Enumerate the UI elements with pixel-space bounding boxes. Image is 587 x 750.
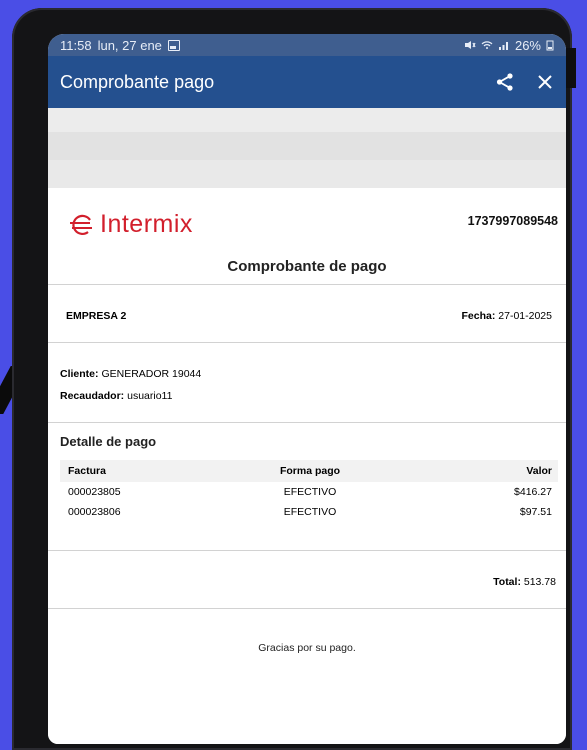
table-header: Factura Forma pago Valor (60, 460, 558, 482)
cell-amount: $97.51 (519, 506, 552, 518)
divider (48, 284, 566, 285)
table-row: 000023806 EFECTIVO $97.51 (60, 502, 558, 522)
table-row: 000023805 EFECTIVO $416.27 (60, 482, 558, 502)
cell-amount: $416.27 (514, 486, 552, 498)
status-bar: 11:58 lun, 27 ene 26% (48, 34, 566, 56)
payment-table: Factura Forma pago Valor 000023805 EFECT… (60, 460, 558, 522)
receipt-date: Fecha: 27-01-2025 (462, 310, 552, 322)
header-invoice: Factura (68, 465, 106, 477)
tablet-frame: 11:58 lun, 27 ene 26% Comprobante pago I… (12, 8, 576, 750)
divider (48, 608, 566, 609)
close-icon (538, 75, 552, 89)
close-button[interactable] (534, 71, 556, 93)
client-info: Cliente: GENERADOR 19044 (60, 368, 201, 380)
receipt-number: 1737997089548 (467, 214, 558, 228)
spacer-band (48, 132, 566, 160)
client-value: GENERADOR 19044 (101, 368, 202, 380)
mute-icon (464, 41, 476, 49)
share-icon (496, 73, 513, 91)
client-label: Cliente: (60, 368, 99, 380)
company-name: EMPRESA 2 (66, 310, 127, 322)
collector-label: Recaudador: (60, 390, 125, 402)
app-bar: Comprobante pago (48, 56, 566, 108)
receipt-title: Comprobante de pago (227, 258, 387, 275)
signal-icon (498, 42, 508, 50)
cell-payment-method: EFECTIVO (283, 506, 337, 518)
divider (48, 422, 566, 423)
collector-value: usuario11 (127, 390, 173, 402)
logo-text: Intermix (100, 210, 193, 238)
detail-title: Detalle de pago (60, 434, 157, 449)
battery-level: 26% (514, 37, 541, 53)
page-title: Comprobante pago (60, 71, 215, 92)
total-value: 513.78 (523, 576, 556, 588)
cell-invoice: 000023805 (68, 486, 121, 498)
thanks-message: Gracias por su pago. (258, 642, 356, 654)
receipt-card: Intermix 1737997089548 Comprobante de pa… (48, 188, 566, 744)
divider (48, 342, 566, 343)
date-value: 27-01-2025 (498, 310, 552, 322)
battery-icon (546, 40, 554, 50)
status-time: 11:58 (60, 37, 92, 53)
intermix-logo: Intermix (68, 210, 193, 239)
cell-payment-method: EFECTIVO (283, 486, 337, 498)
header-amount: Valor (526, 465, 552, 477)
share-button[interactable] (494, 71, 516, 93)
screen: 11:58 lun, 27 ene 26% Comprobante pago I… (48, 34, 566, 744)
status-date: lun, 27 ene (97, 37, 162, 53)
total-amount: Total: 513.78 (493, 576, 556, 588)
image-notification-icon (167, 39, 180, 51)
header-payment-method: Forma pago (279, 465, 341, 477)
date-label: Fecha: (461, 310, 496, 322)
cell-invoice: 000023806 (68, 506, 121, 518)
intermix-logo-icon (70, 214, 92, 235)
wifi-icon (481, 41, 493, 49)
collector-info: Recaudador: usuario11 (60, 390, 172, 402)
divider (48, 550, 566, 551)
total-label: Total: (493, 576, 521, 588)
